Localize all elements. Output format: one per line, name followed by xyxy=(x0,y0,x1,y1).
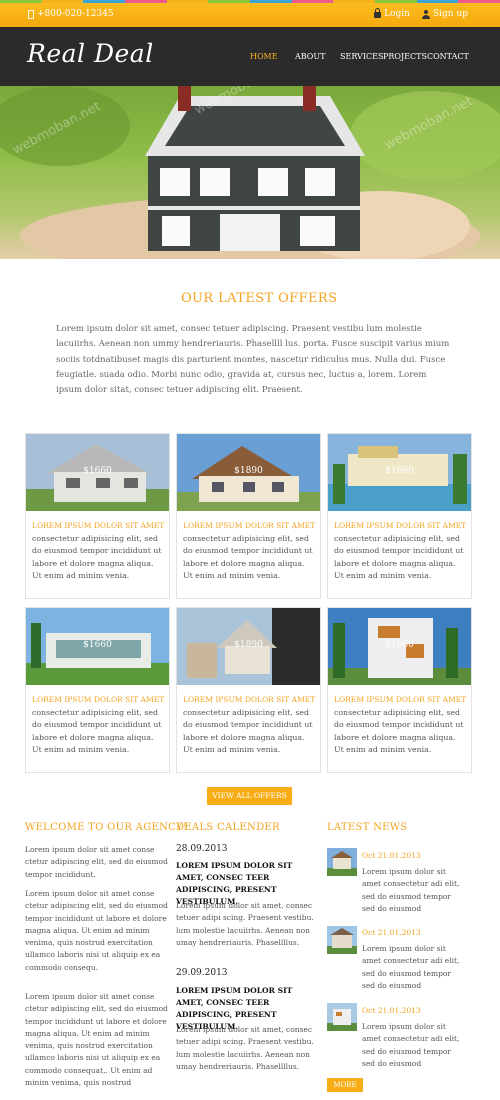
stripe-segment xyxy=(333,0,376,3)
offer-text: consectetur adipisicing elit, sed do eiu… xyxy=(183,534,313,580)
deal-date: 28.09.2013 xyxy=(176,844,228,854)
offer-price: $1890 xyxy=(234,640,263,650)
offer-price: $1660 xyxy=(83,640,112,650)
offer-card[interactable]: $1660 LOREM IPSUM DOLOR SIT AMET consect… xyxy=(327,433,472,599)
offer-card[interactable]: $1660 LOREM IPSUM DOLOR SIT AMET consect… xyxy=(25,607,170,773)
stripe-segment xyxy=(291,0,334,3)
phone-icon xyxy=(28,9,34,19)
offer-card[interactable]: $1890 LOREM IPSUM DOLOR SIT AMET consect… xyxy=(176,433,321,599)
offer-price: $1660 xyxy=(385,640,414,650)
stripe-segment xyxy=(83,0,126,3)
hero-slider[interactable]: webmoban.net webmoban.net webmoban.net xyxy=(0,86,500,259)
news-text: Lorem ipsum dolor sit amet consectetur a… xyxy=(362,1022,460,1068)
nav-item-services[interactable]: SERVICES xyxy=(340,52,383,61)
signup-label: Sign up xyxy=(432,9,468,19)
site-logo[interactable]: Real Deal xyxy=(27,39,154,68)
offer-price: $1660 xyxy=(83,466,112,476)
hero-house-image xyxy=(0,86,500,259)
nav-item-home[interactable]: HOME xyxy=(250,52,278,61)
offer-card[interactable]: $1890 LOREM IPSUM DOLOR SIT AMET consect… xyxy=(176,607,321,773)
news-date: Oct 21.01.2013 xyxy=(362,928,421,937)
deal-text: Lorem ipsum dolor sit amet, consec tetue… xyxy=(176,1025,314,1071)
deals-title: DEALS CALENDER xyxy=(176,822,280,833)
agency-paragraph: Lorem ipsum dolor sit amet conse ctetur … xyxy=(25,845,168,879)
news-thumbnail[interactable] xyxy=(327,848,357,876)
signup-link[interactable]: Sign up xyxy=(421,9,468,19)
user-icon xyxy=(421,9,430,19)
login-label: Login xyxy=(384,9,410,19)
offer-card[interactable]: $1660 LOREM IPSUM DOLOR SIT AMET consect… xyxy=(327,607,472,773)
offer-price: $1660 xyxy=(385,466,414,476)
news-thumbnail[interactable] xyxy=(327,1003,357,1031)
nav-item-projects[interactable]: PROJECTS xyxy=(383,52,427,61)
deal-text: Lorem ipsum dolor sit amet, consec tetue… xyxy=(176,901,314,947)
news-title: LATEST NEWS xyxy=(327,822,408,833)
news-date: Oct 21.01.2013 xyxy=(362,851,421,860)
stripe-segment xyxy=(458,0,500,3)
stripe-segment xyxy=(416,0,459,3)
deal-date: 29.09.2013 xyxy=(176,968,228,978)
offer-title[interactable]: LOREM IPSUM DOLOR SIT AMET xyxy=(32,521,164,530)
nav-item-about[interactable]: ABOUT xyxy=(295,52,325,61)
stripe-segment xyxy=(125,0,167,3)
offer-title[interactable]: LOREM IPSUM DOLOR SIT AMET xyxy=(334,695,466,704)
offer-text: consectetur adipisicing elit, sed do eiu… xyxy=(334,534,464,580)
offer-text: consectetur adipisicing elit, sed do eiu… xyxy=(183,708,313,754)
stripe-segment xyxy=(250,0,292,3)
color-stripe xyxy=(0,0,500,3)
offers-intro: Lorem ipsum dolor sit amet, consec tetue… xyxy=(56,324,450,396)
stripe-segment xyxy=(166,0,209,3)
agency-paragraph: Lorem ipsum dolor sit amet conse ctetur … xyxy=(25,889,168,972)
news-date: Oct 21.01.2013 xyxy=(362,1006,421,1015)
main-header: Real Deal HOME ABOUT SERVICES PROJECTS C… xyxy=(0,27,500,86)
login-link[interactable]: Login xyxy=(374,8,410,19)
offer-card[interactable]: $1660 LOREM IPSUM DOLOR SIT AMET consect… xyxy=(25,433,170,599)
offer-title[interactable]: LOREM IPSUM DOLOR SIT AMET xyxy=(183,521,315,530)
stripe-segment xyxy=(375,0,417,3)
offer-title[interactable]: LOREM IPSUM DOLOR SIT AMET xyxy=(32,695,164,704)
phone-number: +800-020-12345 xyxy=(28,9,114,19)
top-bar: +800-020-12345 Login Sign up xyxy=(0,0,500,27)
offer-text: consectetur adipisicing elit, sed do eiu… xyxy=(32,534,162,580)
agency-paragraph: Lorem ipsum dolor sit amet conse ctetur … xyxy=(25,992,168,1088)
view-all-offers-button[interactable]: VIEW ALL OFFERS xyxy=(207,787,292,805)
stripe-segment xyxy=(0,0,42,3)
nav-item-contact[interactable]: CONTACT xyxy=(427,52,469,61)
offer-text: consectetur adipisicing elit, sed do eiu… xyxy=(32,708,162,754)
agency-title: WELCOME TO OUR AGENCY! xyxy=(25,822,188,833)
offer-title[interactable]: LOREM IPSUM DOLOR SIT AMET xyxy=(334,521,466,530)
lock-icon xyxy=(374,8,382,18)
offer-price: $1890 xyxy=(234,466,263,476)
offer-title[interactable]: LOREM IPSUM DOLOR SIT AMET xyxy=(183,695,315,704)
news-thumbnail[interactable] xyxy=(327,926,357,954)
more-news-button[interactable]: MORE xyxy=(327,1078,363,1092)
offer-text: consectetur adipisicing elit, sed do eiu… xyxy=(334,708,464,754)
stripe-segment xyxy=(208,0,251,3)
phone-text: +800-020-12345 xyxy=(37,9,114,19)
offers-title: OUR LATEST OFFERS xyxy=(181,291,338,306)
stripe-segment xyxy=(41,0,84,3)
news-text: Lorem ipsum dolor sit amet consectetur a… xyxy=(362,867,460,913)
news-text: Lorem ipsum dolor sit amet consectetur a… xyxy=(362,944,460,990)
